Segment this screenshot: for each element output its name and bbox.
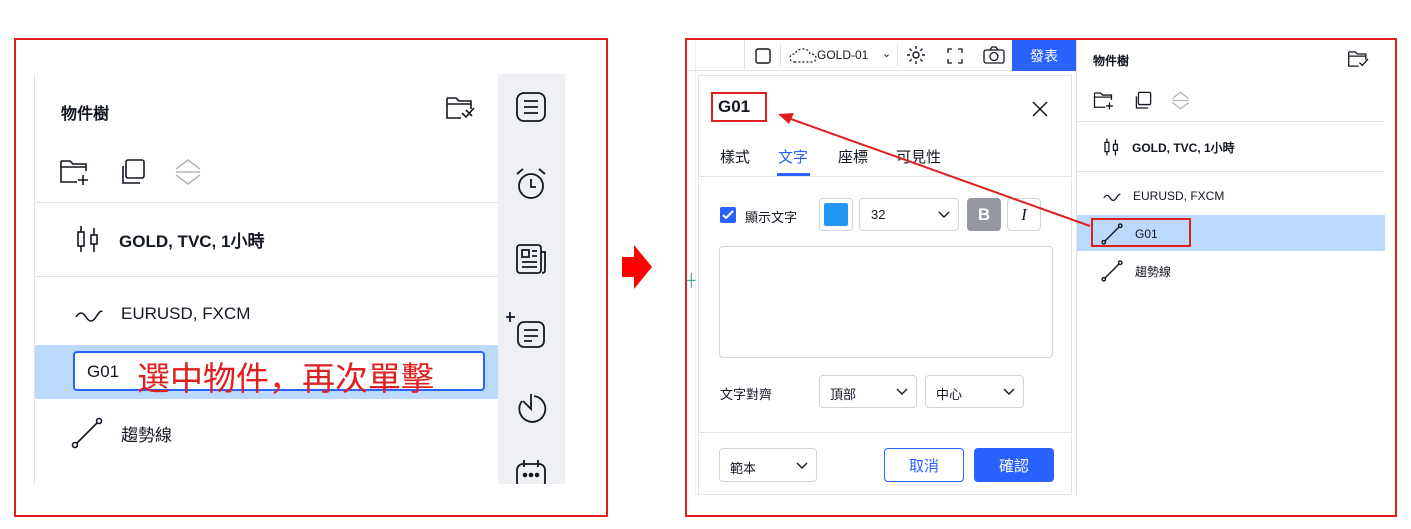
annotation-arrow <box>778 113 1091 227</box>
